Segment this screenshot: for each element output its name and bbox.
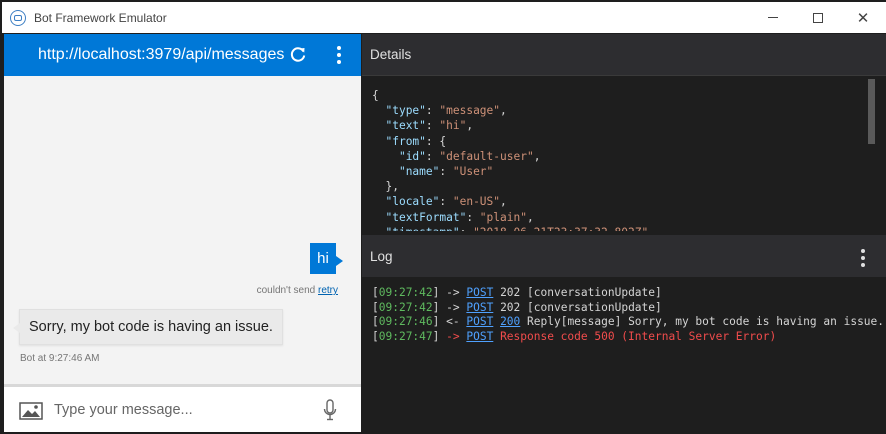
chat-panel: http://localhost:3979/api/messages hi co… xyxy=(4,34,361,432)
json-line: "name": "User" xyxy=(398,165,494,179)
log-direction: -> xyxy=(446,300,460,314)
bot-message-bubble: Sorry, my bot code is having an issue. xyxy=(13,309,283,345)
chat-transcript: hi couldn't send retry Sorry, my bot cod… xyxy=(4,76,361,384)
json-value: "User" xyxy=(452,165,494,179)
json-value: "message" xyxy=(439,104,501,118)
image-upload-icon[interactable] xyxy=(19,402,43,420)
json-key: "text" xyxy=(385,119,426,133)
title-bar: Bot Framework Emulator ✕ xyxy=(2,2,886,33)
log-message: Response code 500 (Internal Server Error… xyxy=(500,329,777,343)
log-status: 202 xyxy=(500,300,521,314)
log-timestamp: 09:27:46 xyxy=(378,315,433,328)
user-message-bubble: hi xyxy=(310,243,343,274)
inspector-panel: Details { "type": "message", "text": "hi… xyxy=(362,34,886,432)
log-direction: <- xyxy=(446,315,460,328)
log-status-link[interactable]: 200 xyxy=(500,315,520,328)
log-menu-icon[interactable] xyxy=(856,247,870,269)
minimize-icon xyxy=(768,17,778,18)
json-line: "from": { xyxy=(385,134,447,148)
json-key: "locale" xyxy=(385,195,440,209)
log-direction: -> xyxy=(446,329,460,343)
log-timestamp: 09:27:42 xyxy=(378,286,433,299)
maximize-button[interactable] xyxy=(795,2,841,33)
chat-input-bar xyxy=(4,387,361,432)
json-line: "timestamp": "2018-06-21T23:37:32.802Z", xyxy=(372,225,654,231)
json-line: "textFormat": "plain", xyxy=(385,210,534,224)
chat-menu-icon[interactable] xyxy=(332,44,346,66)
json-value: "hi" xyxy=(439,119,467,133)
log-status: 202 xyxy=(500,286,521,299)
chat-header: http://localhost:3979/api/messages xyxy=(4,34,361,76)
minimize-button[interactable] xyxy=(750,2,796,33)
log-direction: -> xyxy=(446,286,460,299)
log-method-link[interactable]: POST xyxy=(466,286,493,299)
json-key: "from" xyxy=(385,134,426,148)
retry-link[interactable]: retry xyxy=(318,285,338,296)
log-method-link[interactable]: POST xyxy=(466,301,493,314)
log-timestamp: 09:27:42 xyxy=(378,300,433,314)
log-list: [09:27:42] -> POST 202 [conversationUpda… xyxy=(362,277,886,432)
json-line: "type": "message", xyxy=(385,104,507,118)
log-entry: [09:27:46] <- POST 200 Reply[message] So… xyxy=(372,315,885,328)
log-timestamp: 09:27:47 xyxy=(378,329,433,343)
log-entry: [09:27:42] -> POST 202 [conversationUpda… xyxy=(372,300,662,314)
message-input[interactable] xyxy=(54,398,304,422)
log-message: [conversationUpdate] xyxy=(527,300,662,314)
emulator-window: Bot Framework Emulator ✕ http://localhos… xyxy=(0,0,886,434)
details-json-viewer[interactable]: { "type": "message", "text": "hi", "from… xyxy=(362,77,886,231)
json-key: "name" xyxy=(398,165,440,179)
json-content: { "type": "message", "text": "hi", "from… xyxy=(372,88,655,231)
json-value: "plain" xyxy=(479,210,527,224)
endpoint-url: http://localhost:3979/api/messages xyxy=(38,46,285,63)
json-key: "textFormat" xyxy=(385,210,467,224)
log-message: Reply[message] Sorry, my bot code is hav… xyxy=(527,315,885,328)
close-button[interactable]: ✕ xyxy=(840,2,886,33)
json-line: { xyxy=(372,89,379,102)
log-method-link[interactable]: POST xyxy=(466,315,493,328)
json-key: "type" xyxy=(385,104,426,118)
bot-emulator-logo-icon xyxy=(10,10,26,26)
log-entry: [09:27:42] -> POST 202 [conversationUpda… xyxy=(372,286,662,299)
json-value: "default-user" xyxy=(439,149,534,163)
log-title: Log xyxy=(370,249,393,264)
json-value: "en-US" xyxy=(452,195,501,209)
json-key: "timestamp" xyxy=(385,226,459,231)
bot-message-timestamp: Bot at 9:27:46 AM xyxy=(20,353,100,364)
json-key: "id" xyxy=(398,149,426,163)
send-failed-text: couldn't send xyxy=(256,285,316,296)
microphone-icon[interactable] xyxy=(323,399,337,421)
json-line: }, xyxy=(385,180,399,194)
details-scrollbar[interactable] xyxy=(868,79,875,144)
window-title: Bot Framework Emulator xyxy=(34,11,167,25)
details-title: Details xyxy=(370,47,412,62)
log-message: [conversationUpdate] xyxy=(527,286,662,299)
json-line: "locale": "en-US", xyxy=(385,195,507,209)
log-entry: [09:27:47] -> POST Response code 500 (In… xyxy=(372,329,777,343)
details-header: Details xyxy=(362,34,886,76)
json-value: "2018-06-21T23:37:32.802Z" xyxy=(473,226,648,231)
json-line: "text": "hi", xyxy=(385,119,474,133)
log-method-link[interactable]: POST xyxy=(466,330,493,343)
maximize-icon xyxy=(813,12,823,23)
send-status: couldn't send retry xyxy=(257,285,338,296)
json-line: "id": "default-user", xyxy=(398,149,541,163)
refresh-icon[interactable] xyxy=(288,45,308,65)
log-header: Log xyxy=(362,235,886,277)
close-icon: ✕ xyxy=(856,9,870,27)
